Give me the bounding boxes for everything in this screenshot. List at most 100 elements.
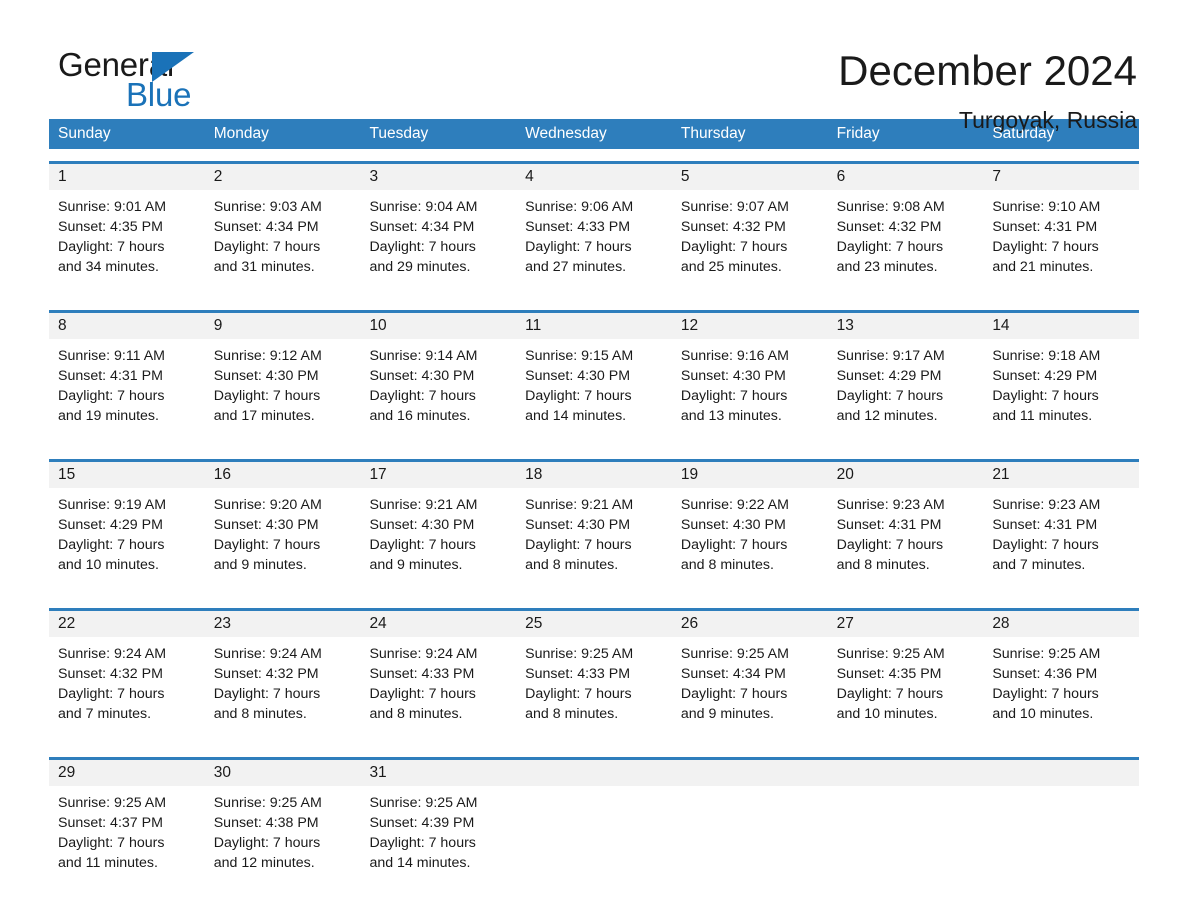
- day-cell: Sunrise: 9:25 AM Sunset: 4:35 PM Dayligh…: [828, 637, 984, 745]
- daylight-text-line1: Daylight: 7 hours: [992, 537, 1099, 553]
- day-number[interactable]: 26: [672, 611, 828, 637]
- day-number[interactable]: 5: [672, 164, 828, 190]
- day-number-band: 8 9 10 11 12 13 14: [49, 313, 1139, 339]
- daylight-text-line1: Daylight: 7 hours: [680, 239, 788, 255]
- day-cell: Sunrise: 9:25 AM Sunset: 4:34 PM Dayligh…: [672, 637, 828, 745]
- daylight-text-line1: Daylight: 7 hours: [525, 686, 632, 702]
- day-number[interactable]: 11: [516, 313, 672, 339]
- day-cell-empty: [983, 786, 1139, 894]
- day-number[interactable]: 13: [828, 313, 984, 339]
- sunset-text: Sunset: 4:35 PM: [836, 666, 942, 682]
- day-number[interactable]: 8: [49, 313, 205, 339]
- daylight-text-line1: Daylight: 7 hours: [369, 388, 476, 404]
- day-cell: Sunrise: 9:10 AM Sunset: 4:31 PM Dayligh…: [983, 190, 1139, 298]
- day-number-band: 29 30 31: [49, 760, 1139, 786]
- day-number[interactable]: 9: [205, 313, 361, 339]
- daylight-text-line2: and 19 minutes.: [58, 408, 159, 424]
- daylight-text-line2: and 34 minutes.: [58, 259, 159, 275]
- day-number[interactable]: 14: [983, 313, 1139, 339]
- weekday-header-wednesday: Wednesday: [525, 125, 607, 142]
- calendar-table: Sunday Monday Tuesday Wednesday Thursday…: [49, 119, 1139, 894]
- day-number[interactable]: 21: [983, 462, 1139, 488]
- sunset-text: Sunset: 4:30 PM: [213, 517, 319, 533]
- daylight-text-line1: Daylight: 7 hours: [525, 537, 632, 553]
- daylight-text-line1: Daylight: 7 hours: [836, 388, 944, 404]
- day-number[interactable]: 16: [205, 462, 361, 488]
- daylight-text-line1: Daylight: 7 hours: [525, 239, 632, 255]
- day-number[interactable]: 3: [360, 164, 516, 190]
- day-cell: Sunrise: 9:25 AM Sunset: 4:39 PM Dayligh…: [360, 786, 516, 894]
- day-number[interactable]: 4: [516, 164, 672, 190]
- daylight-text-line1: Daylight: 7 hours: [213, 388, 321, 404]
- day-number-band: 15 16 17 18 19 20 21: [49, 462, 1139, 488]
- day-number[interactable]: 28: [983, 611, 1139, 637]
- sunset-text: Sunset: 4:36 PM: [992, 666, 1098, 682]
- daylight-text-line1: Daylight: 7 hours: [58, 388, 165, 404]
- sunrise-text: Sunrise: 9:22 AM: [680, 497, 789, 513]
- daylight-text-line2: and 12 minutes.: [836, 408, 938, 424]
- daylight-text-line1: Daylight: 7 hours: [58, 835, 165, 851]
- general-blue-logo[interactable]: General Blue: [58, 46, 218, 118]
- daylight-text-line2: and 9 minutes.: [369, 557, 463, 573]
- sunrise-text: Sunrise: 9:20 AM: [213, 497, 322, 513]
- daylight-text-line2: and 14 minutes.: [369, 855, 471, 871]
- sunset-text: Sunset: 4:32 PM: [680, 219, 786, 235]
- weekday-header-tuesday: Tuesday: [369, 125, 429, 142]
- day-cell: Sunrise: 9:18 AM Sunset: 4:29 PM Dayligh…: [983, 339, 1139, 447]
- day-cell: Sunrise: 9:24 AM Sunset: 4:33 PM Dayligh…: [360, 637, 516, 745]
- day-cell: Sunrise: 9:20 AM Sunset: 4:30 PM Dayligh…: [205, 488, 361, 596]
- daylight-text-line2: and 8 minutes.: [680, 557, 774, 573]
- day-number[interactable]: 27: [828, 611, 984, 637]
- sunrise-text: Sunrise: 9:25 AM: [525, 646, 634, 662]
- daylight-text-line1: Daylight: 7 hours: [680, 537, 788, 553]
- daylight-text-line2: and 11 minutes.: [992, 408, 1093, 424]
- daylight-text-line2: and 23 minutes.: [836, 259, 938, 275]
- day-cell: Sunrise: 9:25 AM Sunset: 4:36 PM Dayligh…: [983, 637, 1139, 745]
- sunset-text: Sunset: 4:31 PM: [992, 517, 1098, 533]
- day-cell: Sunrise: 9:24 AM Sunset: 4:32 PM Dayligh…: [205, 637, 361, 745]
- sunset-text: Sunset: 4:33 PM: [369, 666, 475, 682]
- day-number[interactable]: 24: [360, 611, 516, 637]
- daylight-text-line2: and 7 minutes.: [992, 557, 1086, 573]
- day-cell: Sunrise: 9:23 AM Sunset: 4:31 PM Dayligh…: [983, 488, 1139, 596]
- weekday-header-friday: Friday: [836, 125, 880, 142]
- daylight-text-line2: and 8 minutes.: [369, 706, 463, 722]
- daylight-text-line2: and 16 minutes.: [369, 408, 471, 424]
- day-number[interactable]: 18: [516, 462, 672, 488]
- day-number[interactable]: 30: [205, 760, 361, 786]
- day-number[interactable]: 25: [516, 611, 672, 637]
- day-number[interactable]: 31: [360, 760, 516, 786]
- day-number[interactable]: 29: [49, 760, 205, 786]
- sunset-text: Sunset: 4:31 PM: [836, 517, 942, 533]
- sunrise-text: Sunrise: 9:25 AM: [836, 646, 945, 662]
- daylight-text-line2: and 10 minutes.: [836, 706, 938, 722]
- sunrise-text: Sunrise: 9:16 AM: [680, 348, 789, 364]
- day-number[interactable]: 23: [205, 611, 361, 637]
- day-number[interactable]: 22: [49, 611, 205, 637]
- day-cell: Sunrise: 9:11 AM Sunset: 4:31 PM Dayligh…: [49, 339, 205, 447]
- day-cell: Sunrise: 9:25 AM Sunset: 4:38 PM Dayligh…: [205, 786, 361, 894]
- day-number[interactable]: 19: [672, 462, 828, 488]
- sunrise-text: Sunrise: 9:03 AM: [213, 199, 322, 215]
- day-number[interactable]: 1: [49, 164, 205, 190]
- day-number[interactable]: 20: [828, 462, 984, 488]
- sunrise-text: Sunrise: 9:23 AM: [992, 497, 1101, 513]
- daylight-text-line1: Daylight: 7 hours: [369, 537, 476, 553]
- daylight-text-line2: and 9 minutes.: [213, 557, 307, 573]
- daylight-text-line2: and 10 minutes.: [58, 557, 159, 573]
- day-number[interactable]: 7: [983, 164, 1139, 190]
- day-number[interactable]: 15: [49, 462, 205, 488]
- sunrise-text: Sunrise: 9:07 AM: [680, 199, 789, 215]
- daylight-text-line1: Daylight: 7 hours: [369, 239, 476, 255]
- sunset-text: Sunset: 4:31 PM: [992, 219, 1098, 235]
- day-number[interactable]: 6: [828, 164, 984, 190]
- sunrise-text: Sunrise: 9:15 AM: [525, 348, 634, 364]
- day-number[interactable]: 10: [360, 313, 516, 339]
- daylight-text-line2: and 7 minutes.: [58, 706, 152, 722]
- logo-text-blue: Blue: [126, 76, 192, 113]
- daylight-text-line1: Daylight: 7 hours: [992, 239, 1099, 255]
- day-number[interactable]: 2: [205, 164, 361, 190]
- sunrise-text: Sunrise: 9:23 AM: [836, 497, 945, 513]
- day-number[interactable]: 17: [360, 462, 516, 488]
- day-number[interactable]: 12: [672, 313, 828, 339]
